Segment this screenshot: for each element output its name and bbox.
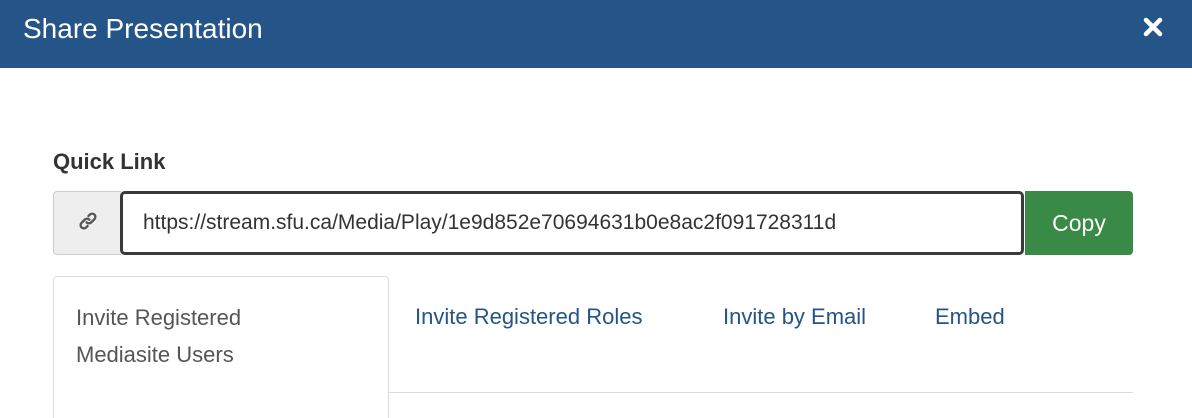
dialog-title: Share Presentation	[23, 13, 263, 44]
link-icon	[77, 210, 99, 237]
tab-embed[interactable]: Embed	[935, 298, 1005, 335]
quick-link-url-input[interactable]	[120, 191, 1024, 255]
tab-invite-by-email[interactable]: Invite by Email	[723, 298, 866, 335]
tab-label-line1: Invite Registered	[76, 305, 242, 330]
link-addon	[53, 191, 121, 255]
tab-label-line2: Mediasite Users	[76, 342, 234, 367]
quick-link-label: Quick Link	[53, 149, 166, 174]
tab-invite-registered-roles[interactable]: Invite Registered Roles	[415, 298, 642, 335]
tab-invite-registered-mediasite-users[interactable]: Invite Registered Mediasite Users	[53, 276, 389, 418]
share-dialog: Share Presentation Quick Link Copy Invit…	[0, 0, 1192, 418]
copy-button[interactable]: Copy	[1025, 191, 1133, 255]
close-icon[interactable]	[1138, 12, 1168, 42]
dialog-header: Share Presentation	[0, 0, 1192, 68]
